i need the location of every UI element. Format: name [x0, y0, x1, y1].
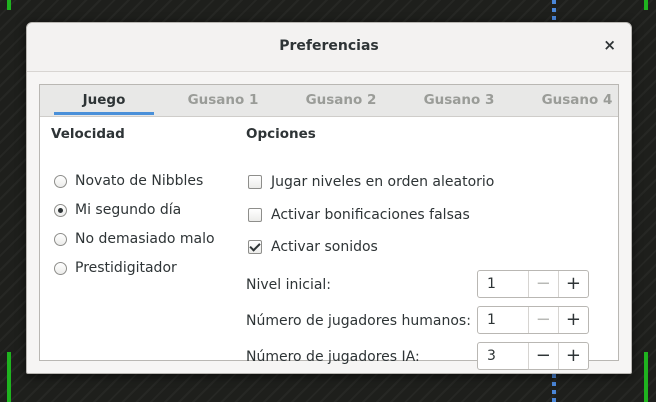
option-random-levels[interactable]: Jugar niveles en orden aleatorio [248, 172, 494, 192]
checkbox-label: Activar sonidos [271, 239, 378, 255]
human-players-label: Número de jugadores humanos: [246, 313, 471, 329]
close-icon[interactable]: × [603, 36, 616, 54]
starting-level-value[interactable]: 1 [478, 271, 528, 297]
tab-bar: Juego Gusano 1 Gusano 2 Gusano 3 Gusano … [40, 85, 618, 117]
increment-button[interactable]: + [557, 271, 588, 297]
radio-label: No demasiado malo [75, 231, 215, 247]
radio-label: Mi segundo día [75, 202, 182, 218]
tab-gusano-4[interactable]: Gusano 4 [527, 92, 627, 108]
notebook: Juego Gusano 1 Gusano 2 Gusano 3 Gusano … [39, 84, 619, 370]
game-snake-top [552, 0, 556, 20]
increment-button[interactable]: + [557, 343, 588, 369]
game-snake-bottom [552, 374, 556, 402]
options-section-title: Opciones [246, 126, 316, 142]
radio-button[interactable] [54, 174, 67, 188]
dialog-title: Preferencias [279, 38, 379, 54]
decrement-button[interactable]: − [527, 307, 558, 333]
increment-button[interactable]: + [557, 307, 588, 333]
starting-level-label: Nivel inicial: [246, 277, 332, 293]
radio-label: Prestidigitador [75, 260, 177, 276]
starting-level-spinner[interactable]: 1 − + [477, 270, 589, 298]
radio-button[interactable] [54, 261, 67, 275]
checkbox-label: Jugar niveles en orden aleatorio [271, 174, 495, 190]
ai-players-spinner[interactable]: 3 − + [477, 342, 589, 370]
checkbox[interactable] [248, 175, 262, 189]
speed-section-title: Velocidad [51, 126, 125, 142]
active-tab-indicator [54, 112, 154, 115]
speed-option-novato[interactable]: Novato de Nibbles [54, 171, 203, 191]
checkbox[interactable] [248, 208, 262, 222]
option-fake-bonuses[interactable]: Activar bonificaciones falsas [248, 205, 470, 225]
preferences-dialog: Preferencias × Juego Gusano 1 Gusano 2 G… [26, 22, 632, 374]
decrement-button[interactable]: − [527, 343, 558, 369]
tab-juego[interactable]: Juego [54, 92, 154, 108]
human-players-spinner[interactable]: 1 − + [477, 306, 589, 334]
game-wall-left-bottom [7, 352, 11, 402]
radio-label: Novato de Nibbles [75, 173, 204, 189]
game-wall-right-bottom [644, 352, 648, 402]
decrement-button[interactable]: − [527, 271, 558, 297]
speed-option-prestidigitador[interactable]: Prestidigitador [54, 258, 177, 278]
tab-gusano-1[interactable]: Gusano 1 [173, 92, 273, 108]
title-bar: Preferencias × [27, 23, 631, 72]
radio-button[interactable] [54, 232, 67, 246]
ai-players-label: Número de jugadores IA: [246, 349, 420, 365]
tab-gusano-3[interactable]: Gusano 3 [409, 92, 509, 108]
speed-option-segundo-dia[interactable]: Mi segundo día [54, 200, 181, 220]
human-players-value[interactable]: 1 [478, 307, 528, 333]
tab-gusano-2[interactable]: Gusano 2 [291, 92, 391, 108]
game-wall-left-top [7, 0, 11, 10]
checkbox-label: Activar bonificaciones falsas [271, 207, 470, 223]
game-wall-right-top [644, 0, 648, 10]
ai-players-value[interactable]: 3 [478, 343, 528, 369]
checkbox-checked[interactable] [248, 240, 262, 254]
option-sounds[interactable]: Activar sonidos [248, 237, 378, 257]
speed-option-no-malo[interactable]: No demasiado malo [54, 229, 215, 249]
radio-button-selected[interactable] [54, 203, 67, 217]
